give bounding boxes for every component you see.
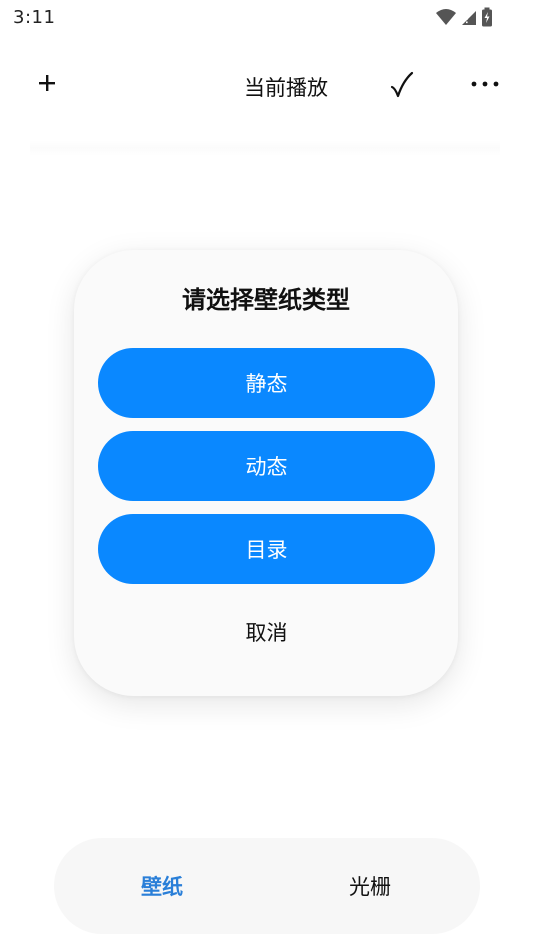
catalog-button[interactable]: 目录 [98,514,435,584]
status-icons [435,6,493,28]
check-icon[interactable] [388,70,416,100]
more-icon[interactable] [469,72,501,96]
static-wallpaper-button[interactable]: 静态 [98,348,435,418]
nav-tab-wallpaper[interactable]: 壁纸 [110,838,214,934]
background-content [30,140,500,156]
dynamic-wallpaper-button[interactable]: 动态 [98,431,435,501]
status-time: 3:11 [13,7,56,28]
bottom-nav: 壁纸 光栅 [54,838,480,934]
top-toolbar: 当前播放 [0,60,533,110]
cell-signal-icon [460,8,478,26]
dialog-title: 请选择壁纸类型 [182,286,350,314]
plus-icon[interactable] [34,70,60,96]
wallpaper-type-dialog: 请选择壁纸类型 静态 动态 目录 取消 [74,250,458,696]
battery-charging-icon [481,7,493,27]
nav-tab-grating[interactable]: 光栅 [318,838,422,934]
status-bar: 3:11 [0,0,533,36]
cancel-button[interactable]: 取消 [98,607,435,657]
page-title: 当前播放 [244,76,328,100]
wifi-icon [435,8,457,26]
